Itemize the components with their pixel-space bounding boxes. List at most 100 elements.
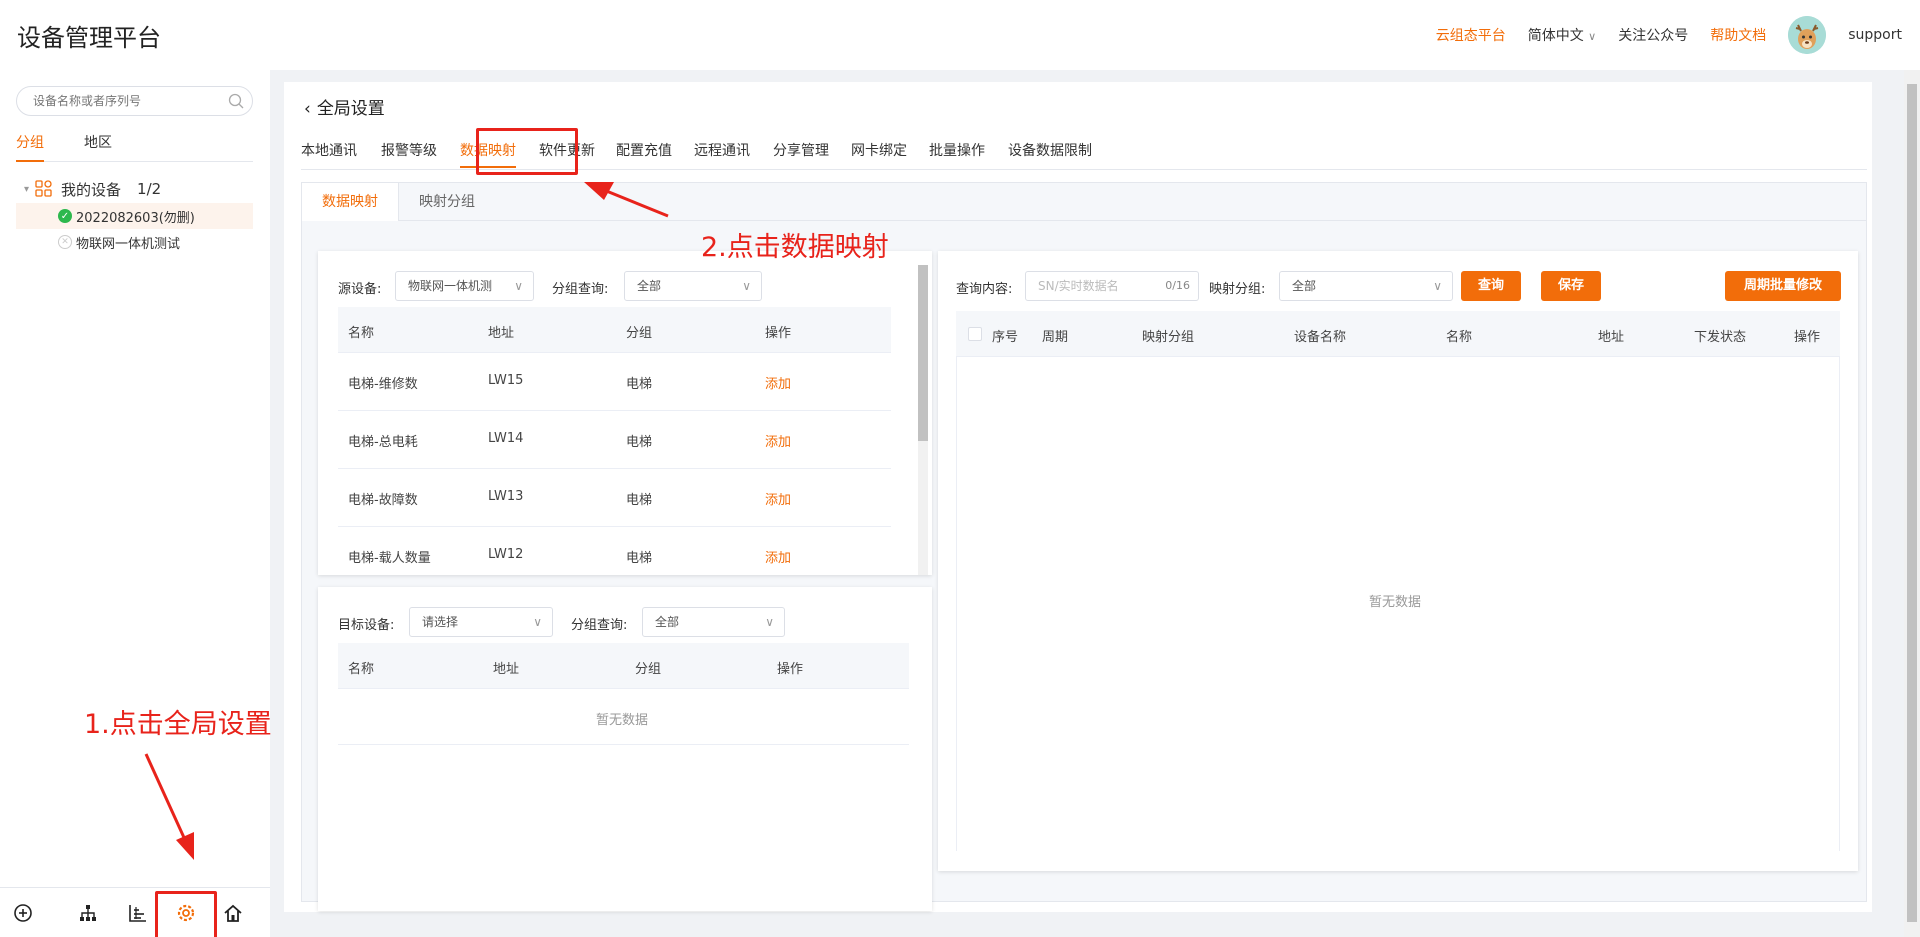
cell-address: LW15 — [488, 373, 524, 388]
save-button[interactable]: 保存 — [1541, 271, 1601, 301]
add-link[interactable]: 添加 — [765, 489, 791, 508]
annotation-arrow-down — [144, 753, 194, 860]
source-scroll-thumb[interactable] — [918, 265, 928, 441]
mapping-group-label: 映射分组: — [1209, 282, 1266, 297]
data-mapping-panel: 数据映射 映射分组 源设备: 物联网一体机测 ∨ 分组查询: 全部 ∨ 名称 地址 … — [301, 182, 1867, 911]
subtab-data-mapping[interactable]: 数据映射 — [302, 183, 399, 222]
tab-region[interactable]: 地区 — [84, 132, 112, 162]
online-check-icon: ✓ — [58, 209, 72, 223]
tab-batch-ops[interactable]: 批量操作 — [929, 140, 985, 160]
cloud-scada-link[interactable]: 云组态平台 — [1436, 25, 1506, 45]
sidebar: 分组 地区 ▾ 我的设备 1/2 ✓ 2022082603(勿删) ✕ 物联网一… — [0, 70, 272, 937]
col-dispatch-status: 下发状态 — [1694, 330, 1747, 345]
device-search-input[interactable] — [33, 87, 223, 115]
caret-down-icon[interactable]: ▾ — [24, 184, 29, 195]
query-input[interactable]: SN/实时数据名 0/16 — [1025, 271, 1199, 301]
page-title[interactable]: ‹ 全局设置 — [304, 94, 385, 119]
mapping-group-select[interactable]: 全部 ∨ — [1279, 271, 1453, 301]
offline-x-icon: ✕ — [58, 235, 72, 249]
tab-nic-bind[interactable]: 网卡绑定 — [851, 140, 907, 160]
col-action: 操作 — [1794, 330, 1821, 345]
device-label: 物联网一体机测试 — [76, 236, 181, 252]
add-circle-icon[interactable] — [12, 902, 34, 924]
target-table-body: 暂无数据 — [338, 689, 909, 745]
col-address: 地址 — [493, 662, 520, 677]
col-mapping-group: 映射分组 — [1142, 330, 1195, 345]
query-button[interactable]: 查询 — [1461, 271, 1521, 301]
sidebar-bottom-bar — [0, 887, 270, 937]
username[interactable]: support — [1848, 27, 1902, 43]
empty-state: 暂无数据 — [1369, 595, 1422, 610]
source-scrollbar[interactable] — [918, 265, 928, 575]
highlight-box-data-mapping — [476, 128, 578, 175]
chevron-down-icon: ∨ — [533, 615, 542, 629]
char-counter: 0/16 — [1165, 279, 1190, 292]
table-row: 电梯-总电耗 LW14 电梯 添加 — [338, 411, 891, 469]
cell-name: 电梯-维修数 — [348, 377, 418, 392]
cell-address: LW14 — [488, 431, 524, 446]
tab-config-recharge[interactable]: 配置充值 — [616, 140, 672, 160]
tree-item-device[interactable]: ✓ 2022082603(勿删) — [16, 203, 253, 229]
target-group-label: 分组查询: — [571, 618, 628, 633]
select-all-checkbox[interactable] — [968, 327, 982, 341]
help-docs-link[interactable]: 帮助文档 — [1710, 25, 1766, 45]
tab-share-manage[interactable]: 分享管理 — [773, 140, 829, 160]
annotation-step1: 1.点击全局设置 — [84, 709, 272, 740]
mapping-table-header: 序号 周期 映射分组 设备名称 名称 地址 下发状态 操作 — [956, 311, 1840, 357]
mapping-card: 查询内容: SN/实时数据名 0/16 映射分组: 全部 ∨ 查询 保存 周期批量… — [938, 251, 1858, 871]
chevron-left-icon[interactable]: ‹ — [304, 99, 311, 119]
annotation-arrow-left — [584, 182, 669, 218]
home-icon[interactable] — [222, 902, 244, 924]
page-scroll-thumb[interactable] — [1907, 84, 1917, 922]
cell-group: 电梯 — [626, 493, 653, 508]
add-link[interactable]: 添加 — [765, 373, 791, 392]
avatar[interactable] — [1788, 16, 1827, 54]
tree-item-device[interactable]: ✕ 物联网一体机测试 — [16, 229, 253, 255]
add-link[interactable]: 添加 — [765, 431, 791, 450]
query-label: 查询内容: — [956, 282, 1013, 297]
source-table-body: 电梯-维修数 LW15 电梯 添加 电梯-总电耗 LW14 电梯 添加 电梯-故… — [338, 353, 891, 575]
group-icon — [35, 180, 52, 197]
cell-name: 电梯-总电耗 — [348, 435, 418, 450]
tab-remote-comm[interactable]: 远程通讯 — [694, 140, 750, 160]
chart-list-icon[interactable] — [127, 902, 149, 924]
target-group-select[interactable]: 全部 ∨ — [642, 607, 785, 637]
empty-state: 暂无数据 — [596, 713, 649, 728]
col-name: 名称 — [348, 662, 375, 677]
col-name: 名称 — [348, 326, 375, 341]
source-device-card: 源设备: 物联网一体机测 ∨ 分组查询: 全部 ∨ 名称 地址 分组 操作 电梯-维… — [318, 251, 932, 575]
cell-address: LW13 — [488, 489, 524, 504]
add-link[interactable]: 添加 — [765, 547, 791, 566]
subtab-mapping-group[interactable]: 映射分组 — [399, 183, 495, 221]
language-select[interactable]: 简体中文 ∨ — [1528, 25, 1597, 45]
tree-root[interactable]: ▾ 我的设备 1/2 — [16, 175, 253, 203]
chevron-down-icon: ∨ — [514, 279, 523, 293]
cell-group: 电梯 — [626, 435, 653, 450]
app-title: 设备管理平台 — [17, 24, 161, 52]
tree-root-label: 我的设备 — [61, 180, 122, 199]
batch-period-edit-button[interactable]: 周期批量修改 — [1725, 271, 1841, 301]
tab-device-data-limit[interactable]: 设备数据限制 — [1008, 140, 1092, 160]
table-row: 电梯-故障数 LW13 电梯 添加 — [338, 469, 891, 527]
col-device-name: 设备名称 — [1294, 330, 1347, 345]
chevron-down-icon: ∨ — [765, 615, 774, 629]
search-icon[interactable] — [228, 93, 244, 109]
source-table-header: 名称 地址 分组 操作 — [338, 307, 891, 353]
source-group-select[interactable]: 全部 ∨ — [624, 271, 762, 301]
target-device-select[interactable]: 请选择 ∨ — [409, 607, 553, 637]
device-search[interactable] — [16, 86, 253, 116]
follow-account-link[interactable]: 关注公众号 — [1618, 25, 1688, 45]
page-scrollbar[interactable] — [1904, 70, 1920, 937]
tab-alarm-level[interactable]: 报警等级 — [381, 140, 437, 160]
target-device-label: 目标设备: — [338, 618, 395, 633]
tab-local-comm[interactable]: 本地通讯 — [301, 140, 357, 160]
org-tree-icon[interactable] — [77, 902, 99, 924]
source-device-select[interactable]: 物联网一体机测 ∨ — [395, 271, 534, 301]
cell-name: 电梯-载人数量 — [348, 551, 431, 566]
tab-group[interactable]: 分组 — [16, 132, 44, 162]
sub-tabs: 数据映射 映射分组 — [302, 183, 1866, 222]
target-device-card: 目标设备: 请选择 ∨ 分组查询: 全部 ∨ 名称 地址 分组 操作 暂无数据 — [318, 587, 932, 911]
cell-group: 电梯 — [626, 377, 653, 392]
chevron-down-icon: ∨ — [1588, 30, 1597, 43]
tree-root-count: 1/2 — [137, 180, 162, 198]
